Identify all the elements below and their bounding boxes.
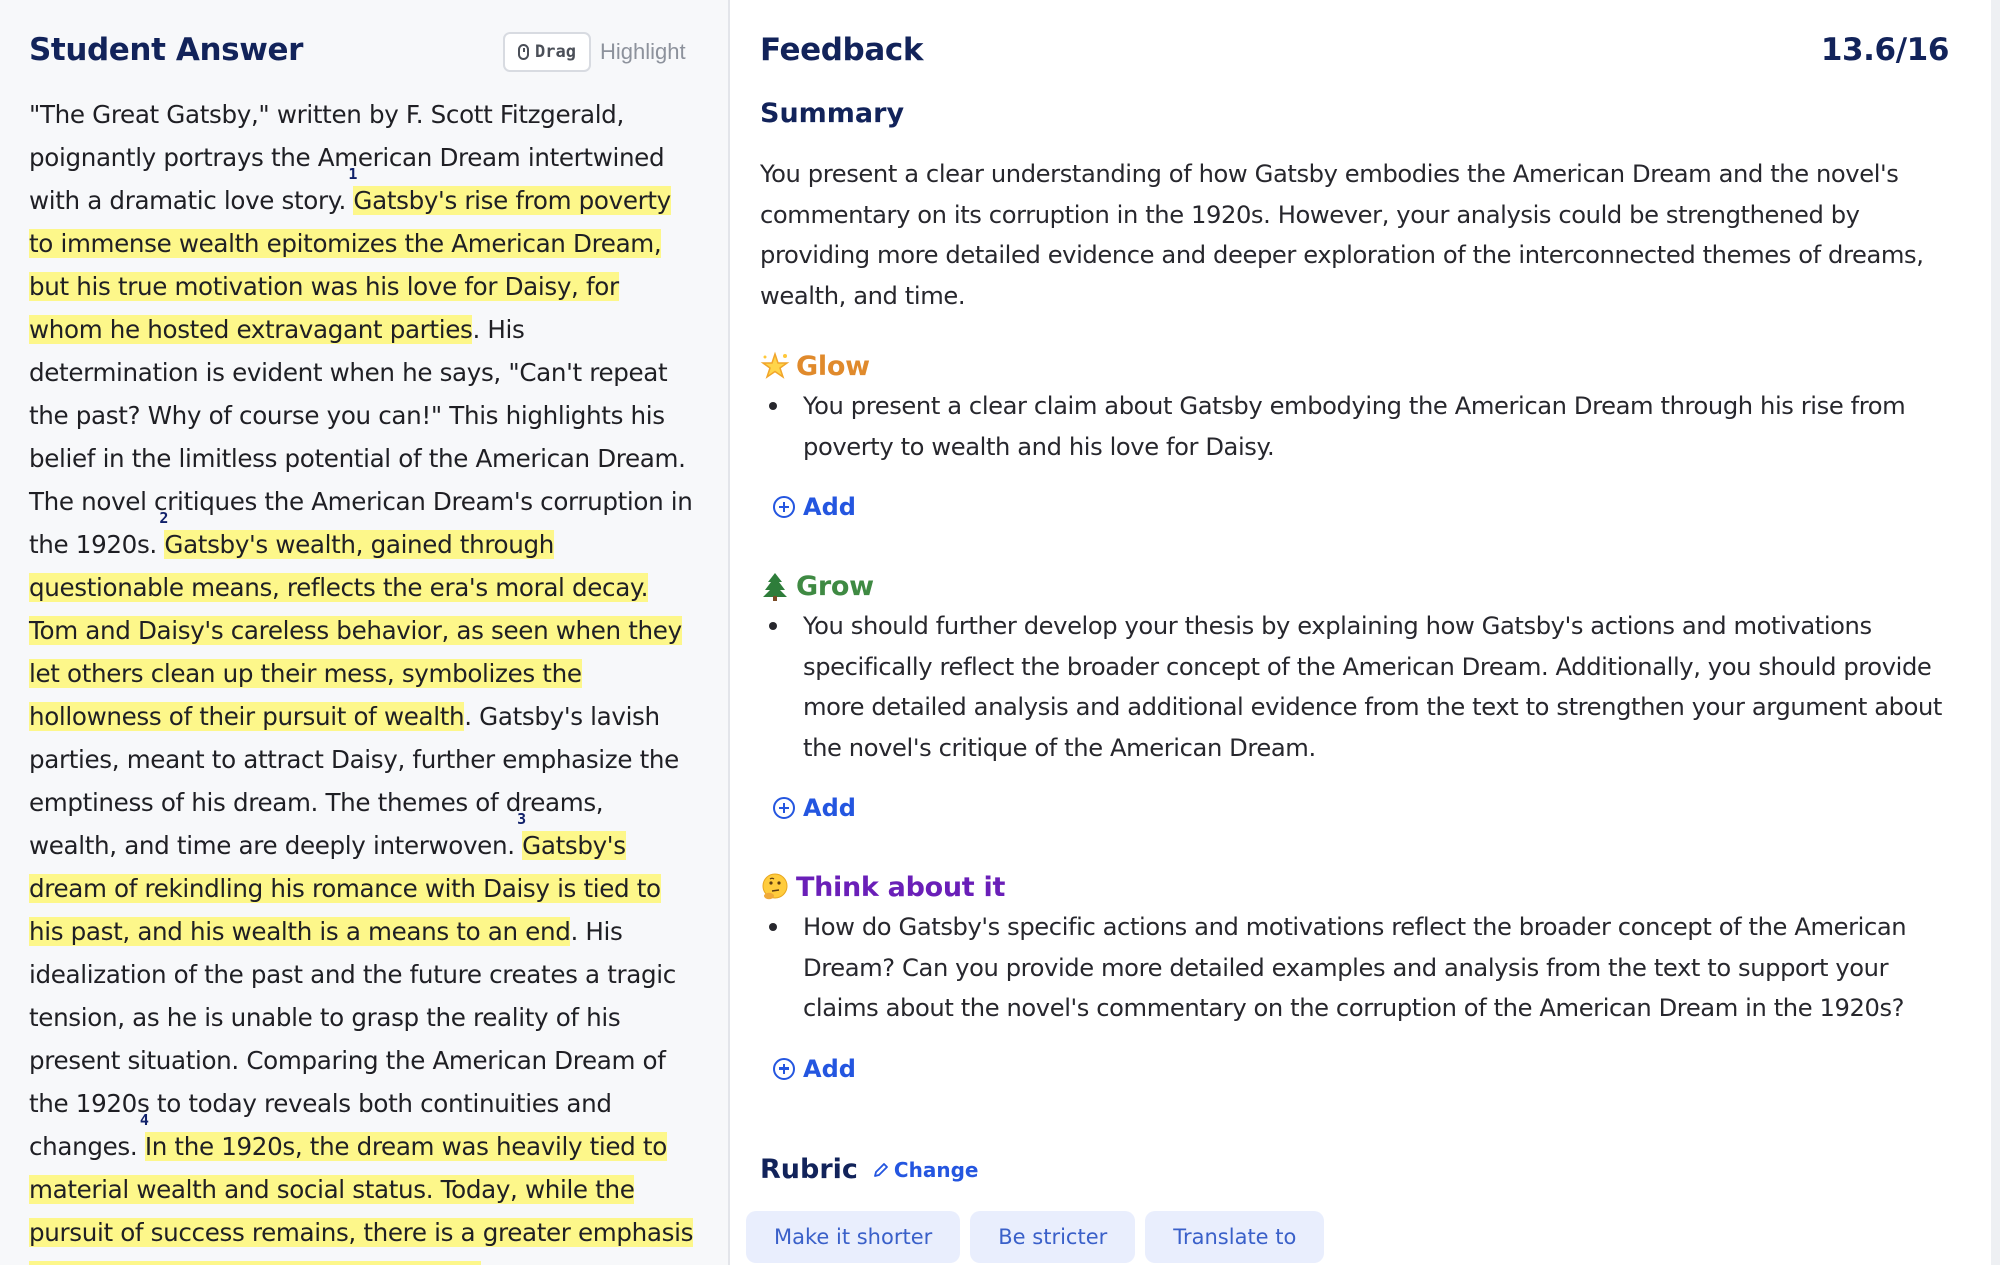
grow-add-button[interactable]: Add bbox=[773, 790, 1970, 826]
add-label: Add bbox=[803, 794, 856, 822]
plus-circle-icon bbox=[773, 496, 795, 518]
rubric-row: Rubric Change bbox=[760, 1154, 978, 1185]
scrollbar-track[interactable] bbox=[1991, 0, 2000, 1265]
feedback-panel: Feedback 13.6/16 Summary You present a c… bbox=[732, 0, 2000, 1265]
be-stricter-chip[interactable]: Be stricter bbox=[970, 1211, 1136, 1263]
change-rubric-button[interactable]: Change bbox=[872, 1157, 979, 1182]
glow-header: Glow bbox=[760, 346, 1970, 386]
essay-text[interactable]: "The Great Gatsby," written by F. Scott … bbox=[29, 93, 697, 1265]
plus-circle-icon bbox=[773, 1057, 795, 1080]
bullet-dot bbox=[769, 622, 777, 630]
make-shorter-chip[interactable]: Make it shorter bbox=[746, 1211, 961, 1263]
essay-plain-text: . His determination is evident when he s… bbox=[29, 315, 693, 559]
highlight-number: 2 bbox=[159, 509, 169, 527]
score-value: 13.6/16 bbox=[1820, 32, 1950, 68]
bullet-dot bbox=[769, 402, 777, 410]
thinking-face-icon bbox=[762, 873, 788, 900]
drag-mode-button[interactable]: Drag bbox=[503, 32, 591, 72]
action-chips: Make it shorter Be stricter Translate to bbox=[746, 1211, 1325, 1263]
grow-label: Grow bbox=[796, 570, 874, 602]
feedback-title: Feedback bbox=[760, 32, 924, 68]
highlighted-passage[interactable]: Gatsby's wealth, gained through question… bbox=[29, 530, 682, 731]
grow-section: Grow You should further develop your the… bbox=[760, 566, 1970, 826]
student-answer-title: Student Answer bbox=[29, 32, 303, 68]
add-label: Add bbox=[803, 1054, 856, 1083]
highlight-number: 4 bbox=[139, 1111, 149, 1129]
grow-header: Grow bbox=[760, 566, 1970, 606]
think-bullet: How do Gatsby's specific actions and mot… bbox=[760, 907, 1970, 1029]
mouse-icon bbox=[518, 44, 530, 60]
translate-chip[interactable]: Translate to bbox=[1145, 1211, 1325, 1263]
glow-label: Glow bbox=[796, 350, 870, 382]
grow-bullet-text: You should further develop your thesis b… bbox=[803, 612, 1942, 762]
essay-plain-text: . His idealization of the past and the f… bbox=[29, 917, 676, 1161]
think-add-button[interactable]: Add bbox=[773, 1051, 1970, 1087]
grow-bullet: You should further develop your thesis b… bbox=[760, 606, 1970, 768]
think-label: Think about it bbox=[796, 871, 1006, 903]
highlight-number: 1 bbox=[348, 165, 358, 183]
think-bullet-text: How do Gatsby's specific actions and mot… bbox=[803, 913, 1907, 1022]
glow-bullet: You present a clear claim about Gatsby e… bbox=[760, 386, 1970, 467]
summary-title: Summary bbox=[760, 98, 905, 129]
bullet-dot bbox=[769, 923, 777, 931]
rubric-title: Rubric bbox=[760, 1154, 858, 1185]
student-answer-panel: Student Answer Drag Highlight "The Great… bbox=[0, 0, 730, 1265]
glow-add-button[interactable]: Add bbox=[773, 489, 1970, 525]
summary-text: You present a clear understanding of how… bbox=[760, 160, 1924, 310]
highlight-number: 3 bbox=[517, 810, 526, 828]
pencil-icon bbox=[874, 1162, 888, 1177]
glow-section: Glow You present a clear claim about Gat… bbox=[760, 346, 1970, 525]
student-answer-header: Student Answer Drag Highlight bbox=[29, 32, 694, 72]
highlight-mode-button[interactable]: Highlight bbox=[600, 32, 686, 72]
change-label: Change bbox=[893, 1157, 979, 1182]
essay-plain-text: . bbox=[481, 1261, 489, 1265]
sparkle-star-icon bbox=[760, 351, 790, 379]
add-label: Add bbox=[803, 493, 856, 521]
drag-label: Drag bbox=[535, 42, 576, 62]
think-section: Think about it How do Gatsby's specific … bbox=[760, 867, 1970, 1087]
think-header: Think about it bbox=[760, 867, 1970, 907]
glow-bullet-text: You present a clear claim about Gatsby e… bbox=[803, 392, 1906, 461]
evergreen-tree-icon bbox=[763, 573, 787, 601]
plus-circle-icon bbox=[773, 797, 795, 819]
app-window: Student Answer Drag Highlight "The Great… bbox=[0, 0, 2000, 1265]
